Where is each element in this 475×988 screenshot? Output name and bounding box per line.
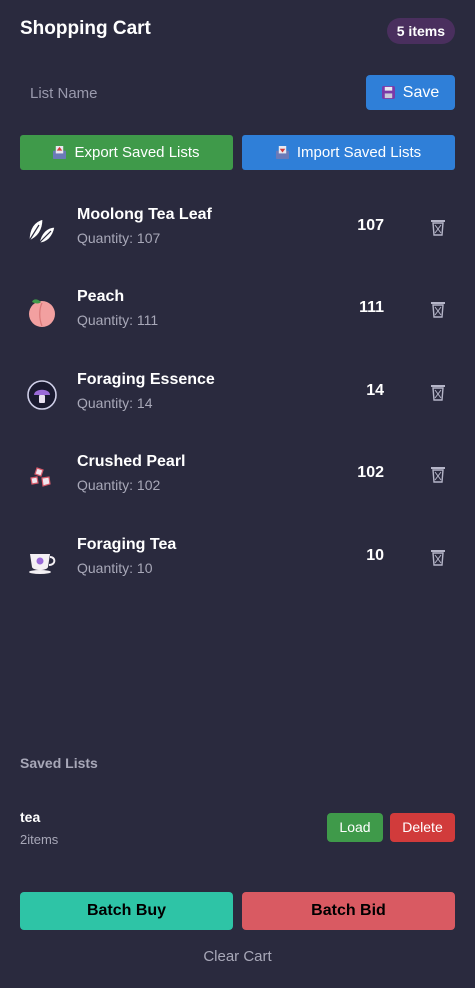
item-count-badge: 5 items <box>386 18 455 44</box>
item-quantity: Quantity: 107 <box>77 230 161 246</box>
teacup-icon <box>29 554 56 574</box>
item-amount[interactable]: 111 <box>359 299 384 317</box>
load-list-button[interactable]: Load <box>327 813 383 842</box>
cart-header: Shopping Cart 5 items <box>20 18 455 44</box>
saved-list-count: 2items <box>20 832 59 847</box>
tea-leaf-icon <box>28 218 56 244</box>
outbox-tray-icon <box>53 146 67 159</box>
batch-bid-button[interactable]: Batch Bid <box>242 892 455 930</box>
inbox-tray-icon <box>275 146 289 159</box>
item-amount[interactable]: 107 <box>357 217 384 235</box>
list-name-input[interactable] <box>20 75 350 111</box>
delete-list-button[interactable]: Delete <box>390 813 455 842</box>
item-name: Crushed Pearl <box>77 453 186 470</box>
trash-icon[interactable] <box>429 548 447 566</box>
trash-icon[interactable] <box>429 465 447 483</box>
item-quantity: Quantity: 10 <box>77 560 153 576</box>
item-amount[interactable]: 102 <box>357 464 384 482</box>
page-title: Shopping Cart <box>20 18 151 39</box>
trash-icon[interactable] <box>429 218 447 236</box>
crushed-pearl-icon <box>30 467 51 487</box>
item-name: Foraging Tea <box>77 536 177 553</box>
save-list-button[interactable]: Save <box>366 75 455 110</box>
item-amount[interactable]: 14 <box>366 382 384 400</box>
batch-buy-button[interactable]: Batch Buy <box>20 892 233 930</box>
item-quantity: Quantity: 14 <box>77 395 153 411</box>
clear-cart-button[interactable]: Clear Cart <box>0 948 475 965</box>
import-export-row: Export Saved Lists Import Saved Lists <box>20 135 455 170</box>
cart-item: Crushed Pearl Quantity: 102 102 <box>20 450 455 510</box>
cart-item: Foraging Essence Quantity: 14 14 <box>20 368 455 428</box>
cart-item: Foraging Tea Quantity: 10 10 <box>20 533 455 593</box>
item-name: Foraging Essence <box>77 371 215 388</box>
save-label: Save <box>402 84 440 101</box>
import-saved-lists-button[interactable]: Import Saved Lists <box>242 135 455 170</box>
item-quantity: Quantity: 111 <box>77 312 159 328</box>
export-saved-lists-button[interactable]: Export Saved Lists <box>20 135 233 170</box>
saved-list-name: tea <box>20 809 41 825</box>
trash-icon[interactable] <box>429 300 447 318</box>
list-name-row: Save <box>20 75 455 111</box>
floppy-disk-icon <box>381 86 395 99</box>
saved-lists-label: Saved Lists <box>20 755 98 771</box>
cart-item: Peach Quantity: 111 111 <box>20 285 455 345</box>
item-name: Peach <box>77 288 125 305</box>
trash-icon[interactable] <box>429 383 447 401</box>
export-label: Export Saved Lists <box>74 144 200 161</box>
item-amount[interactable]: 10 <box>366 547 384 565</box>
item-name: Moolong Tea Leaf <box>77 206 212 223</box>
peach-icon <box>29 299 55 327</box>
cart-item: Moolong Tea Leaf Quantity: 107 107 <box>20 203 455 263</box>
item-quantity: Quantity: 102 <box>77 477 161 493</box>
import-label: Import Saved Lists <box>296 144 422 161</box>
foraging-essence-icon <box>27 380 57 410</box>
